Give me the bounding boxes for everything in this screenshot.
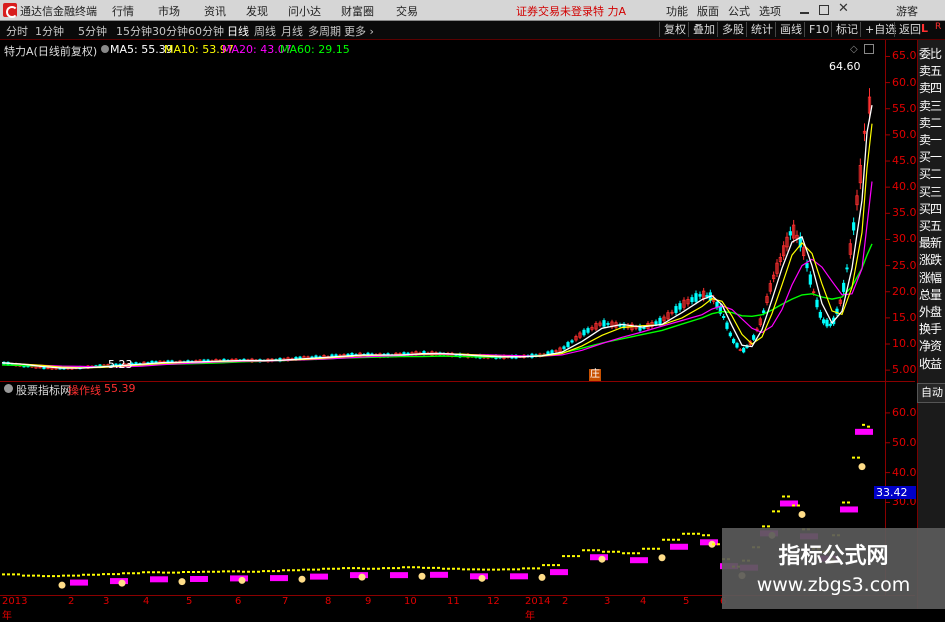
- ma20-line: [1, 181, 873, 368]
- candle-body: [698, 294, 702, 297]
- candle-body: [586, 328, 590, 333]
- candle-body: [845, 267, 849, 270]
- candle-body: [705, 295, 709, 297]
- candle-body: [674, 306, 678, 313]
- quote-field-label[interactable]: 卖二: [919, 116, 945, 131]
- ma5-line: [1, 104, 873, 369]
- quote-field-label[interactable]: 外盘: [919, 305, 945, 320]
- candle-body: [570, 340, 574, 343]
- quote-field-label[interactable]: 买五: [919, 219, 945, 234]
- candle-body: [715, 302, 719, 308]
- x-tick-label: 5: [683, 596, 690, 607]
- x-tick-label: 4: [640, 596, 647, 607]
- quote-field-label[interactable]: 净资: [919, 339, 945, 354]
- stock-chart-label: 特力A(日线前复权): [4, 45, 98, 58]
- x-tick-label: 3: [103, 596, 110, 607]
- quote-field-label[interactable]: 最新: [919, 236, 945, 251]
- indicator-name: 操作线: [68, 384, 101, 397]
- candle-body: [788, 231, 792, 236]
- low-price-label: 5.23: [108, 358, 133, 371]
- candle-body: [722, 316, 726, 318]
- candle-body: [678, 303, 682, 310]
- candle-body: [690, 297, 694, 303]
- candle-body: [808, 274, 812, 285]
- quote-field-label[interactable]: 涨跌: [919, 253, 945, 268]
- watermark: 指标公式网 www.zbgs3.com: [722, 528, 945, 609]
- x-tick-label: 5: [186, 596, 193, 607]
- candle-body: [762, 310, 766, 314]
- candle-body: [842, 282, 846, 292]
- candle-body: [566, 342, 570, 348]
- candle-body: [815, 299, 819, 308]
- quote-field-label[interactable]: 总量: [919, 288, 945, 303]
- candle-body: [728, 332, 732, 337]
- x-tick-label: 11: [447, 596, 460, 607]
- window-toggle-icon[interactable]: [864, 44, 874, 54]
- candle-body: [725, 322, 729, 329]
- candle-body: [732, 338, 736, 344]
- marker-badge[interactable]: 庄: [589, 369, 601, 381]
- candle-body: [582, 329, 586, 336]
- x-tick-label: 12: [487, 596, 500, 607]
- watermark-url: www.zbgs3.com: [756, 574, 911, 596]
- candle-body: [825, 319, 829, 327]
- candle-body: [822, 319, 826, 324]
- auto-button[interactable]: 自动: [917, 383, 945, 403]
- x-tick-label: 10: [404, 596, 417, 607]
- candle-body: [642, 327, 646, 329]
- quote-field-label[interactable]: 买一: [919, 150, 945, 165]
- candle-body: [852, 222, 856, 231]
- x-tick-label: 7: [282, 596, 289, 607]
- corner-r-label[interactable]: R: [935, 22, 941, 32]
- candle-body: [694, 293, 698, 302]
- candle-body: [654, 321, 658, 325]
- x-tick-label: 9: [365, 596, 372, 607]
- ma10-line: [1, 123, 873, 369]
- quote-field-label[interactable]: 涨幅: [919, 271, 945, 286]
- indicator-settings-icon[interactable]: [4, 384, 13, 393]
- quote-field-label[interactable]: 换手: [919, 322, 945, 337]
- candle-body: [742, 347, 746, 353]
- quote-field-label[interactable]: 收益: [919, 357, 945, 372]
- indicator-source-label: 股票指标网: [16, 384, 71, 397]
- candle-body: [752, 335, 756, 340]
- x-tick-label: 3: [604, 596, 611, 607]
- x-tick-label: 6: [235, 596, 242, 607]
- candle-body: [602, 320, 606, 327]
- candle-body: [606, 323, 610, 325]
- quote-field-label[interactable]: 买三: [919, 185, 945, 200]
- candle-body: [805, 263, 809, 269]
- high-price-label: 64.60: [829, 60, 861, 73]
- quote-field-label[interactable]: 卖三: [919, 99, 945, 114]
- quote-field-label[interactable]: 买二: [919, 167, 945, 182]
- candle-body: [828, 323, 832, 326]
- quote-field-label[interactable]: 卖一: [919, 133, 945, 148]
- x-tick-label: 2014年: [525, 596, 551, 622]
- ma60-label: MA60: 29.15: [280, 43, 350, 56]
- x-tick-label: 2: [562, 596, 569, 607]
- diamond-icon[interactable]: ◇: [850, 44, 858, 55]
- candle-body: [818, 311, 822, 318]
- x-tick-label: 4: [143, 596, 150, 607]
- quote-field-label[interactable]: 卖五: [919, 64, 945, 79]
- ma60-line: [1, 243, 873, 368]
- indicator-value: 55.39: [104, 382, 136, 395]
- corner-l-label[interactable]: L: [921, 22, 928, 35]
- quote-field-label[interactable]: 卖四: [919, 81, 945, 96]
- current-value-badge: 33.42: [874, 486, 916, 499]
- candle-body: [658, 317, 662, 325]
- watermark-title: 指标公式网: [778, 544, 889, 569]
- candle-body: [735, 343, 739, 348]
- quote-field-label[interactable]: 委比: [919, 47, 945, 62]
- x-tick-label: 2: [68, 596, 75, 607]
- settings-dot-icon[interactable]: [101, 45, 109, 53]
- quote-field-label[interactable]: 买四: [919, 202, 945, 217]
- x-tick-label: 8: [325, 596, 332, 607]
- candle-body: [562, 346, 566, 349]
- x-tick-label: 2013年: [2, 596, 28, 622]
